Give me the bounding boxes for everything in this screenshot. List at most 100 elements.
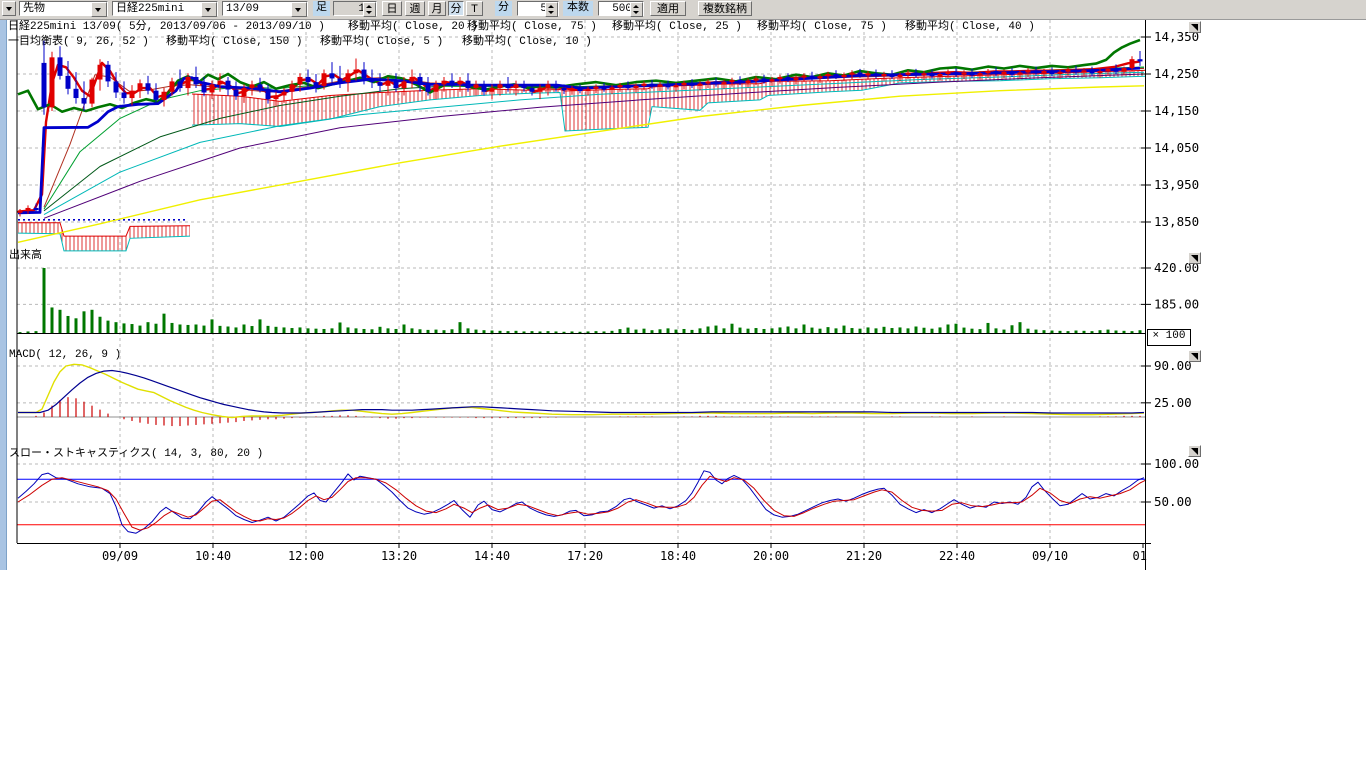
period-button-minute[interactable]: 分 bbox=[448, 1, 464, 16]
candle-body bbox=[522, 84, 527, 88]
volume-bar bbox=[491, 331, 494, 333]
volume-bar bbox=[779, 327, 782, 333]
candle-body bbox=[122, 93, 127, 99]
y-axis-tick-label: 13,950 bbox=[1154, 177, 1199, 192]
candle-body bbox=[186, 77, 191, 88]
y-axis-tick-label: 185.00 bbox=[1154, 296, 1199, 311]
x-axis-tick-label: 21:20 bbox=[846, 549, 882, 563]
candle-body bbox=[466, 81, 471, 88]
bar-count-label: 本数 bbox=[563, 1, 593, 16]
spinner-button[interactable] bbox=[545, 2, 558, 17]
volume-bar bbox=[123, 323, 126, 333]
bar-count-input[interactable] bbox=[599, 2, 634, 15]
chevron-down-icon[interactable] bbox=[291, 2, 307, 17]
candle-body bbox=[130, 91, 135, 98]
candle-body bbox=[898, 75, 903, 77]
volume-bar bbox=[947, 324, 950, 333]
candle-body bbox=[954, 72, 959, 75]
candle-body bbox=[314, 82, 319, 86]
chevron-down-icon bbox=[6, 7, 12, 11]
candle-body bbox=[146, 83, 151, 90]
volume-bar bbox=[523, 331, 526, 333]
volume-bar bbox=[811, 328, 814, 333]
candle-body bbox=[258, 84, 263, 88]
period-button-week[interactable]: 週 bbox=[405, 1, 425, 16]
volume-bar bbox=[1131, 331, 1134, 333]
x-axis-tick-label: 22:40 bbox=[939, 549, 975, 563]
spinner-button[interactable] bbox=[363, 2, 376, 17]
candle-body bbox=[82, 98, 87, 104]
volume-bar bbox=[555, 331, 558, 333]
candle-body bbox=[66, 76, 71, 89]
bar-interval-field[interactable] bbox=[333, 1, 377, 16]
candle-body bbox=[354, 70, 359, 74]
y-axis-tick-label: 13,850 bbox=[1154, 214, 1199, 229]
volume-bar bbox=[19, 332, 22, 333]
market-combo-value: 先物 bbox=[23, 2, 45, 16]
macd-pane-menu-button[interactable] bbox=[1188, 350, 1201, 362]
candle-body bbox=[530, 88, 535, 92]
candle-body bbox=[722, 82, 727, 84]
volume-bar bbox=[971, 329, 974, 333]
volume-bar bbox=[219, 326, 222, 333]
volume-bar bbox=[963, 328, 966, 333]
candle-body bbox=[1050, 71, 1055, 74]
volume-bar bbox=[1115, 331, 1118, 333]
price-pane-menu-button[interactable] bbox=[1188, 21, 1201, 33]
stoch-d bbox=[18, 476, 1146, 530]
bar-count-field[interactable] bbox=[598, 1, 644, 16]
spinner-button[interactable] bbox=[630, 2, 643, 17]
candle-body bbox=[418, 77, 423, 85]
candle-body bbox=[1114, 69, 1119, 72]
candle-body bbox=[1098, 71, 1103, 73]
x-axis-tick-label: 01 bbox=[1133, 549, 1147, 563]
volume-bar bbox=[683, 329, 686, 333]
candle-body bbox=[394, 81, 399, 88]
volume-bar bbox=[43, 268, 46, 333]
volume-bar bbox=[731, 324, 734, 333]
volume-pane-menu-button[interactable] bbox=[1188, 252, 1201, 264]
period-button-day[interactable]: 日 bbox=[382, 1, 402, 16]
candle-body bbox=[546, 84, 551, 88]
candle-body bbox=[962, 73, 967, 75]
chart-menu-button[interactable] bbox=[2, 1, 16, 16]
stochastics-pane-menu-button[interactable] bbox=[1188, 445, 1201, 457]
period-button-month[interactable]: 月 bbox=[428, 1, 446, 16]
apply-button[interactable]: 適用 bbox=[650, 1, 686, 16]
candle-body bbox=[370, 78, 375, 82]
x-axis-tick-label: 12:00 bbox=[288, 549, 324, 563]
interval-field[interactable] bbox=[517, 1, 559, 16]
volume-bar bbox=[395, 329, 398, 333]
candle-body bbox=[434, 84, 439, 91]
candle-body bbox=[770, 79, 775, 81]
y-axis-tick-label: 14,150 bbox=[1154, 103, 1199, 118]
volume-bar bbox=[819, 329, 822, 333]
chevron-down-icon[interactable] bbox=[201, 2, 217, 17]
volume-bar bbox=[451, 329, 454, 333]
candle-body bbox=[610, 87, 615, 89]
candle-body bbox=[322, 73, 327, 86]
volume-bar bbox=[443, 330, 446, 333]
candle-body bbox=[202, 84, 207, 92]
period-button-tick[interactable]: T bbox=[466, 1, 483, 16]
volume-bar bbox=[739, 328, 742, 333]
multi-symbol-button[interactable]: 複数銘柄 bbox=[698, 1, 752, 16]
x-axis-tick-label: 17:20 bbox=[567, 549, 603, 563]
volume-bar bbox=[291, 328, 294, 333]
market-combo[interactable]: 先物 bbox=[19, 1, 108, 16]
symbol-combo[interactable]: 日経225mini bbox=[112, 1, 218, 16]
candle-body bbox=[890, 74, 895, 77]
contract-combo[interactable]: 13/09 bbox=[222, 1, 308, 16]
candle-body bbox=[706, 81, 711, 83]
volume-bar bbox=[1139, 330, 1142, 333]
candle-body bbox=[562, 88, 567, 90]
x-axis-tick-label: 13:20 bbox=[381, 549, 417, 563]
candle-body bbox=[778, 77, 783, 79]
pane-menu-icon bbox=[1191, 448, 1198, 455]
volume-bar bbox=[1123, 331, 1126, 333]
volume-bar bbox=[283, 327, 286, 333]
candle-body bbox=[930, 73, 935, 76]
chevron-down-icon[interactable] bbox=[91, 2, 107, 17]
candle-body bbox=[1074, 70, 1079, 73]
contract-combo-value: 13/09 bbox=[226, 2, 259, 16]
